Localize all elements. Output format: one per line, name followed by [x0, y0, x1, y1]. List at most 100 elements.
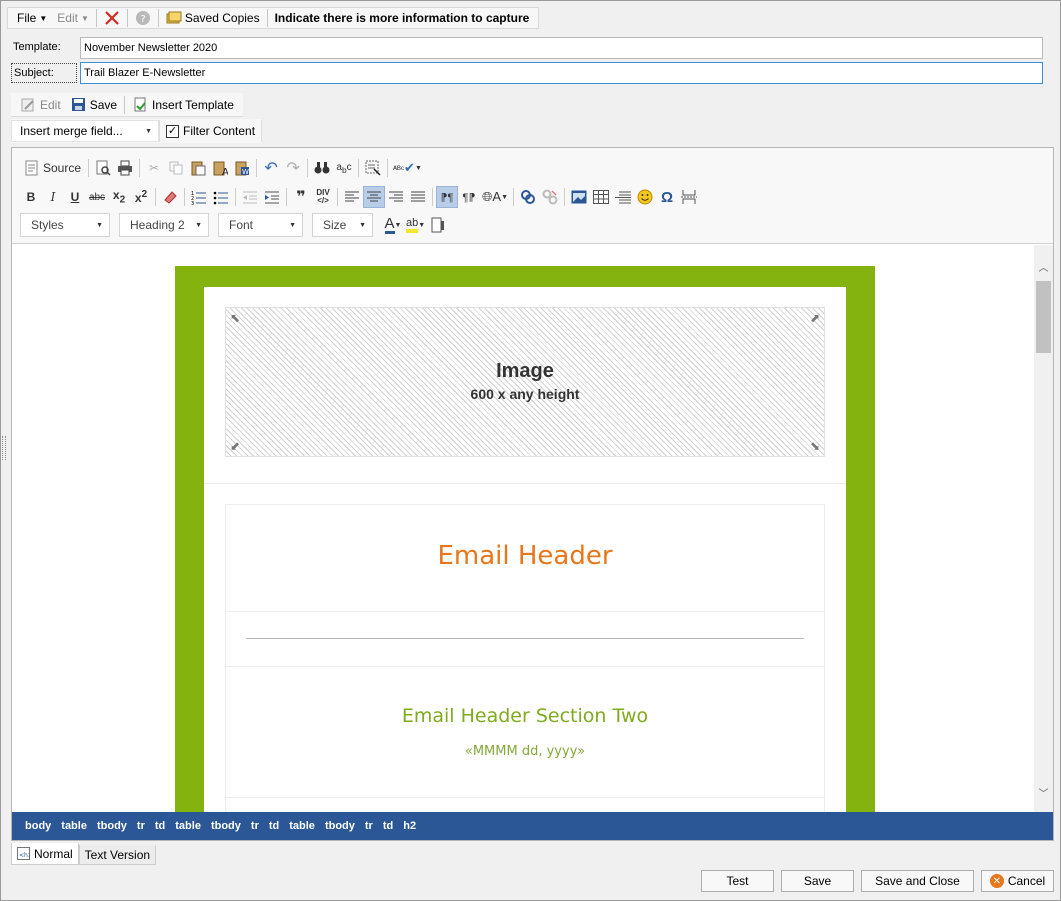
numbered-list-button[interactable]: 123	[188, 186, 210, 208]
maximize-button[interactable]	[427, 214, 449, 236]
filter-content-checkbox[interactable]: ✓	[166, 124, 179, 138]
special-char-button[interactable]: Ω	[656, 186, 678, 208]
file-menu[interactable]: File ▼	[12, 8, 52, 28]
path-item-tr[interactable]: tr	[246, 820, 264, 832]
bg-color-button[interactable]: ab ▼	[404, 214, 427, 236]
paste-word-button[interactable]: W	[231, 157, 253, 179]
styles-dropdown[interactable]: Styles ▼	[20, 213, 110, 237]
redo-button[interactable]: ↷	[282, 157, 304, 179]
underline-icon: U	[70, 190, 80, 204]
ltr-button[interactable]: ⁋¶	[436, 186, 458, 208]
remove-format-button[interactable]	[159, 186, 181, 208]
path-item-tr[interactable]: tr	[360, 820, 378, 832]
path-item-table[interactable]: table	[56, 820, 92, 832]
paste-button[interactable]	[187, 157, 209, 179]
spellcheck-button[interactable]: ᴬᴮᶜ✔ ▼	[391, 157, 424, 179]
bold-button[interactable]: B	[20, 186, 42, 208]
divider	[286, 188, 287, 206]
align-center-button[interactable]	[363, 186, 385, 208]
divider	[184, 188, 185, 206]
align-left-button[interactable]	[341, 186, 363, 208]
editor-toolbar: Source ✂ A W ↶ ↷ abc ᴬᴮᶜ✔ ▼ B I U abc x2…	[12, 148, 1053, 244]
subject-field[interactable]: Trail Blazer E-Newsletter	[80, 62, 1043, 84]
print-button[interactable]	[114, 157, 136, 179]
path-item-tbody[interactable]: tbody	[320, 820, 360, 832]
image-placeholder[interactable]: ⬉ ⬈ ⬋ ⬊ Image 600 x any height	[225, 307, 825, 457]
edit-menu[interactable]: Edit ▼	[52, 8, 94, 28]
section-two-heading[interactable]: Email Header Section Two	[226, 705, 824, 727]
test-button[interactable]: Test	[701, 870, 774, 892]
rtl-button[interactable]: ¶⁋	[458, 186, 480, 208]
page-break-button[interactable]	[678, 186, 700, 208]
splitter-handle[interactable]	[2, 436, 6, 460]
date-merge-field[interactable]: «MMMM dd, yyyy»	[226, 744, 824, 759]
preview-button[interactable]	[92, 157, 114, 179]
email-header-heading[interactable]: Email Header	[226, 541, 824, 571]
path-item-td[interactable]: td	[378, 820, 398, 832]
path-item-td[interactable]: td	[150, 820, 170, 832]
align-justify-button[interactable]	[407, 186, 429, 208]
find-button[interactable]	[311, 157, 333, 179]
merge-field-dropdown[interactable]: Insert merge field... ▼	[11, 120, 159, 142]
path-item-tbody[interactable]: tbody	[92, 820, 132, 832]
div-button[interactable]: DIV </>	[312, 186, 334, 208]
smiley-button[interactable]	[634, 186, 656, 208]
chevron-down-icon: ▼	[394, 221, 402, 229]
chevron-up-icon[interactable]: ︿	[1034, 257, 1053, 275]
table-button[interactable]	[590, 186, 612, 208]
editor-content[interactable]: ⬉ ⬈ ⬋ ⬊ Image 600 x any height Email Hea…	[12, 245, 1035, 813]
path-item-body[interactable]: body	[20, 820, 56, 832]
italic-button[interactable]: I	[42, 186, 64, 208]
insert-template-button[interactable]: Insert Template	[127, 95, 239, 115]
select-all-button[interactable]	[362, 157, 384, 179]
font-dropdown[interactable]: Font ▼	[218, 213, 303, 237]
save-button[interactable]: Save	[781, 870, 854, 892]
template-field[interactable]: November Newsletter 2020	[80, 37, 1043, 59]
source-button[interactable]: Source	[20, 157, 85, 179]
subscript-button[interactable]: x2	[108, 186, 130, 208]
format-dropdown[interactable]: Heading 2 ▼	[119, 213, 209, 237]
outdent-button[interactable]	[239, 186, 261, 208]
header-section: Email Header Email Header Section Two «M…	[225, 504, 825, 813]
blockquote-button[interactable]: ❞	[290, 186, 312, 208]
undo-button[interactable]: ↶	[260, 157, 282, 179]
cancel-button[interactable]: ✕ Cancel	[981, 870, 1054, 892]
paste-text-button[interactable]: A	[209, 157, 231, 179]
tab-text-version[interactable]: Text Version	[78, 845, 157, 865]
link-button[interactable]	[517, 186, 539, 208]
vertical-scrollbar[interactable]: ︿ ﹀	[1034, 245, 1053, 813]
image-button[interactable]	[568, 186, 590, 208]
chevron-down-icon[interactable]: ﹀	[1034, 783, 1053, 801]
horizontal-rule-button[interactable]	[612, 186, 634, 208]
path-item-table[interactable]: table	[284, 820, 320, 832]
path-item-td[interactable]: td	[264, 820, 284, 832]
path-item-table[interactable]: table	[170, 820, 206, 832]
help-button[interactable]: ?	[130, 8, 156, 28]
path-item-h2[interactable]: h2	[398, 820, 421, 832]
unlink-button[interactable]	[539, 186, 561, 208]
save-and-close-button[interactable]: Save and Close	[861, 870, 974, 892]
size-dropdown[interactable]: Size ▼	[312, 213, 373, 237]
replace-button[interactable]: abc	[333, 157, 355, 179]
language-button[interactable]: 🌐︎A ▼	[480, 186, 510, 208]
delete-button[interactable]	[99, 8, 125, 28]
path-item-tr[interactable]: tr	[132, 820, 150, 832]
resize-arrow-icon: ⬋	[230, 439, 241, 453]
superscript-button[interactable]: x2	[130, 186, 152, 208]
bulleted-list-button[interactable]	[210, 186, 232, 208]
align-right-button[interactable]	[385, 186, 407, 208]
cut-button[interactable]: ✂	[143, 157, 165, 179]
tab-normal[interactable]: <h> Normal	[11, 843, 79, 865]
indent-button[interactable]	[261, 186, 283, 208]
text-color-button[interactable]: A ▼	[382, 214, 404, 236]
edit-template-button[interactable]: Edit	[15, 95, 66, 115]
underline-button[interactable]: U	[64, 186, 86, 208]
more-info-button[interactable]: Indicate there is more information to ca…	[270, 8, 535, 28]
saved-copies-button[interactable]: Saved Copies	[161, 8, 265, 28]
copy-button[interactable]	[165, 157, 187, 179]
scroll-thumb[interactable]	[1036, 281, 1051, 353]
filter-content-toggle[interactable]: ✓ Filter Content	[159, 120, 263, 142]
path-item-tbody[interactable]: tbody	[206, 820, 246, 832]
save-template-button[interactable]: Save	[66, 95, 122, 115]
strike-button[interactable]: abc	[86, 186, 108, 208]
